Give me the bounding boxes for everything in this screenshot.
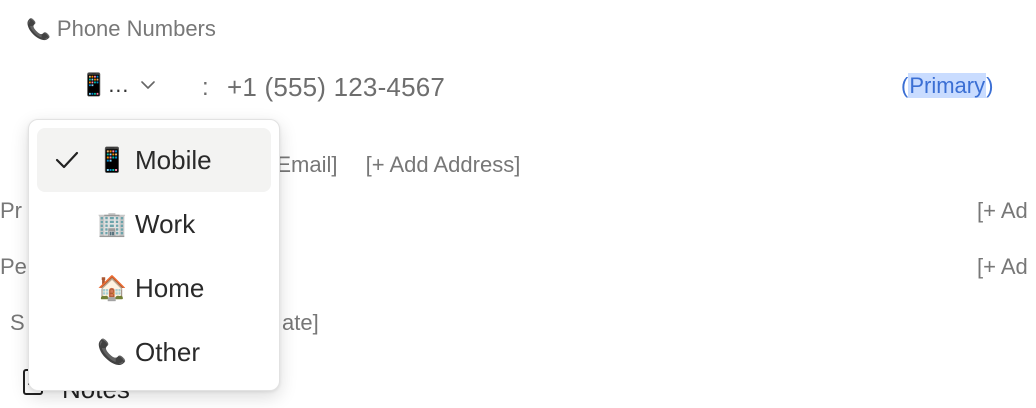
phone-number-field[interactable]: +1 (555) 123-4567 [227, 72, 445, 103]
dropdown-option-label: Mobile [135, 144, 212, 175]
right-add-link-1[interactable]: [+ Ad [977, 198, 1028, 224]
dropdown-option-label: Other [135, 336, 201, 367]
phone-type-value: 📱… [80, 72, 130, 97]
dropdown-option-work[interactable]: 🏢 Work [37, 192, 271, 256]
mobile-phone-icon: 📱 [97, 146, 127, 174]
office-building-icon: 🏢 [97, 210, 127, 238]
phone-icon: 📞 [26, 18, 51, 41]
dropdown-option-other[interactable]: 📞 Other [37, 320, 271, 384]
right-add-link-2[interactable]: [+ Ad [977, 254, 1028, 280]
add-address-link[interactable]: [+ Add Address] [366, 152, 521, 177]
primary-tag-label: Primary [908, 73, 987, 98]
dropdown-option-mobile[interactable]: 📱 Mobile [37, 128, 271, 192]
section-title: 📞 Phone Numbers [26, 16, 216, 42]
phone-type-select[interactable]: 📱… [80, 72, 159, 98]
section-title-label: Phone Numbers [56, 16, 216, 41]
dropdown-option-home[interactable]: 🏠 Home [37, 256, 271, 320]
row-label-pr: Pr [0, 198, 22, 223]
separator: : [202, 74, 209, 101]
add-links: d Email] [+ Add Address] [258, 152, 542, 178]
check-icon [37, 150, 97, 170]
primary-tag-close: ) [986, 73, 994, 98]
dropdown-option-label: Work [135, 208, 196, 239]
row-label-pe: Pe [0, 254, 27, 279]
phone-type-dropdown: 📱 Mobile 🏢 Work 🏠 Home 📞 Other [28, 119, 280, 391]
dropdown-option-label: Home [135, 272, 205, 303]
telephone-icon: 📞 [97, 338, 127, 366]
house-icon: 🏠 [97, 274, 127, 302]
row-label-s: S [10, 310, 25, 335]
primary-tag[interactable]: (Primary) [901, 73, 993, 99]
chevron-down-icon [137, 74, 159, 96]
row-text-ate: ate] [282, 310, 319, 335]
